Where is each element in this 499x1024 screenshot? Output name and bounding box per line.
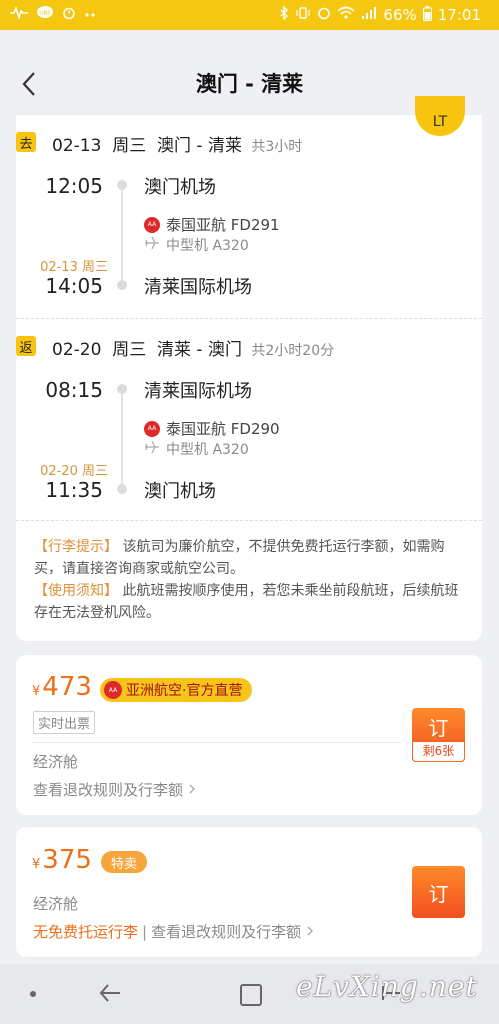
battery-percent: 66% (383, 6, 417, 24)
offer-1-price-value: 473 (42, 672, 92, 702)
alarm-icon (62, 6, 76, 24)
outbound-depart-time: 12:05 (45, 174, 103, 198)
offer-1-rules-text: 查看退改规则及行李额 (33, 781, 184, 799)
offer-1-price: ¥473 (32, 672, 92, 702)
return-timeline (121, 389, 123, 489)
return-header: 02-20 周三 清莱 - 澳门 共2小时20分 (52, 335, 334, 360)
status-left-icons: LINE (0, 5, 98, 24)
outbound-airline-row: AA 泰国亚航 FD291 (144, 214, 280, 235)
outbound-airline: 泰国亚航 FD291 (166, 216, 280, 234)
return-duration: 共2小时20分 (251, 343, 335, 359)
offer-2-rules-link[interactable]: 查看退改规则及行李额 (151, 923, 314, 941)
clock: 17:01 (437, 6, 481, 24)
outbound-route: 澳门 - 清莱 (157, 136, 242, 156)
baggage-note: 【行李提示】 该航司为廉价航空，不提供免费托运行李额，如需购买，请直接咨询商家或… (34, 536, 470, 580)
offer-1-brand-badge: AA 亚洲航空·官方直营 (100, 678, 253, 702)
offer-2-free-bag: 无免费托运行李 (33, 923, 139, 941)
return-arrive-airport: 澳门机场 (144, 481, 216, 502)
vibrate-icon (295, 6, 311, 24)
return-route: 清莱 - 澳门 (157, 340, 242, 360)
baggage-note-label: 【行李提示】 (34, 539, 118, 555)
offer-2-book-label: 订 (428, 881, 449, 906)
plane-icon (144, 440, 160, 458)
battery-icon (422, 5, 432, 25)
bluetooth-icon (279, 5, 289, 24)
outbound-arrive-time: 14:05 (45, 274, 103, 298)
outbound-weekday: 周三 (112, 136, 147, 156)
airasia-logo-icon: AA (144, 420, 160, 437)
activity-icon (10, 5, 28, 23)
segment-divider (16, 318, 482, 319)
offer-2-price-value: 375 (42, 845, 92, 875)
offer-1-realtime-badge: 实时出票 (33, 711, 96, 734)
outbound-arrive-dot (117, 280, 127, 290)
status-bar: LINE 66% 17:01 (0, 0, 499, 30)
chevron-right-icon (188, 781, 196, 799)
line-app-icon: LINE (36, 6, 54, 24)
return-date: 02-20 (52, 340, 102, 360)
offer-1-currency: ¥ (32, 684, 41, 699)
usage-note: 【使用须知】 此航班需按顺序使用，若您未乘坐前段航班，后续航班存在无法登机风险。 (34, 580, 470, 624)
outbound-aircraft: 中型机 A320 (166, 238, 249, 254)
outbound-duration: 共3小时 (251, 139, 303, 155)
chevron-right-icon (306, 923, 314, 941)
return-aircraft: 中型机 A320 (166, 442, 249, 458)
offer-2-cabin: 经济舱 (33, 895, 79, 913)
plane-icon (144, 236, 160, 254)
watermark: eLvXing.net (296, 970, 478, 1003)
outbound-date: 02-13 (52, 136, 102, 156)
usage-note-label: 【使用须知】 (34, 583, 118, 599)
svg-text:LINE: LINE (39, 11, 50, 17)
status-right-icons: 66% 17:01 (279, 5, 499, 25)
offer-2-special-badge: 特卖 (101, 851, 148, 873)
offer-2-rules-text: 查看退改规则及行李额 (151, 923, 302, 941)
wifi-icon (337, 6, 355, 24)
alarm-icon (317, 6, 331, 24)
return-depart-dot (117, 384, 127, 394)
return-arrive-date: 02-20 周三 (40, 464, 108, 479)
return-airline-row: AA 泰国亚航 FD290 (144, 418, 280, 439)
offer-1-book-button[interactable]: 订 剩6张 (412, 708, 465, 762)
outbound-tag: 去 (16, 132, 36, 152)
offer-2-currency: ¥ (32, 857, 41, 872)
outbound-arrive-airport: 清莱国际机场 (144, 277, 252, 298)
offer-1-book-label: 订 (428, 715, 449, 740)
offer-2-info-row: 无免费托运行李 | 查看退改规则及行李额 (33, 921, 314, 942)
return-weekday: 周三 (112, 340, 147, 360)
nav-recents-icon[interactable] (240, 984, 262, 1006)
notes-divider (16, 520, 482, 521)
outbound-arrive-date: 02-13 周三 (40, 260, 108, 275)
return-depart-airport: 清莱国际机场 (144, 381, 252, 402)
outbound-timeline (121, 185, 123, 285)
outbound-aircraft-row: 中型机 A320 (144, 235, 249, 255)
return-arrive-time: 11:35 (45, 478, 103, 502)
outbound-depart-dot (117, 180, 127, 190)
return-airline: 泰国亚航 FD290 (166, 420, 280, 438)
return-arrive-dot (117, 484, 127, 494)
offer-2-price: ¥375 (32, 845, 92, 875)
page-title: 澳门 - 清莱 (195, 72, 304, 96)
return-tag: 返 (16, 336, 36, 356)
return-aircraft-row: 中型机 A320 (144, 439, 249, 459)
nav-dot-icon[interactable] (30, 991, 36, 997)
offer-1-rules-link[interactable]: 查看退改规则及行李额 (33, 779, 196, 800)
offer-1-divider (32, 742, 402, 743)
more-dots-icon (84, 8, 98, 23)
signal-icon (361, 6, 377, 24)
offer-1-brand: 亚洲航空·官方直营 (126, 683, 243, 699)
nav-back-icon[interactable] (98, 982, 124, 1008)
outbound-depart-airport: 澳门机场 (144, 177, 216, 198)
airasia-logo-icon: AA (104, 681, 122, 699)
outbound-header: 02-13 周三 澳门 - 清莱 共3小时 (52, 131, 302, 156)
airasia-logo-icon: AA (144, 216, 160, 233)
offer-1-remaining: 剩6张 (412, 742, 465, 762)
offer-2-book-button[interactable]: 订 (412, 866, 465, 918)
return-depart-time: 08:15 (45, 378, 103, 402)
offer-2-separator: | (142, 923, 148, 941)
offer-1-cabin: 经济舱 (33, 753, 79, 771)
